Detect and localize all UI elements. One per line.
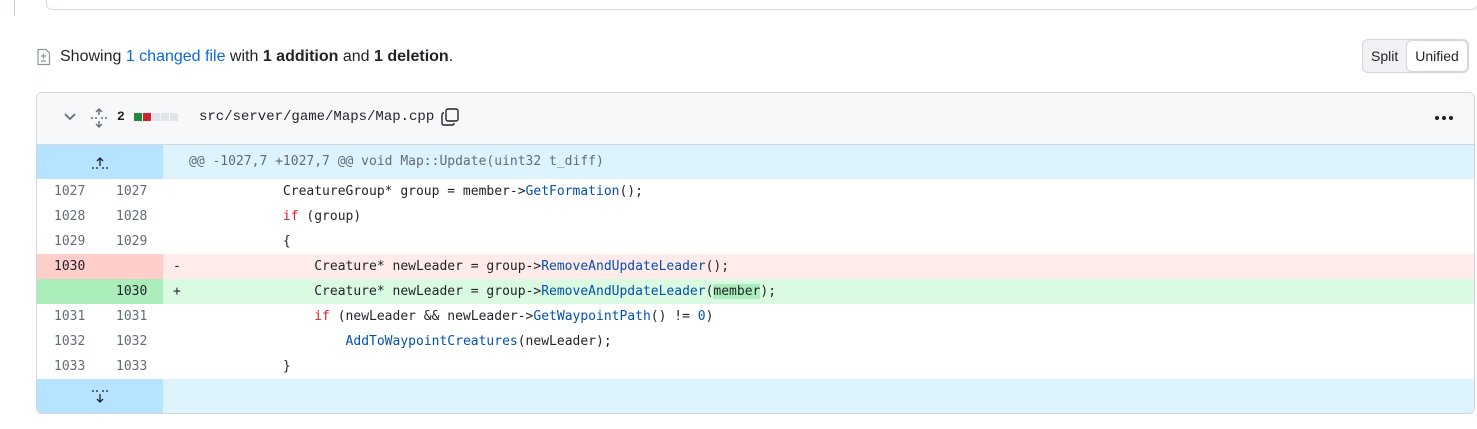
expand-up-button[interactable] bbox=[37, 145, 163, 179]
old-line-number[interactable]: 1027 bbox=[37, 179, 100, 204]
context-line: 1027 1027 CreatureGroup* group = member->… bbox=[37, 179, 1474, 204]
timeline-line bbox=[14, 0, 15, 16]
fold-up-icon bbox=[92, 157, 108, 169]
new-line-number[interactable]: 1031 bbox=[100, 304, 163, 329]
summary-showing: Showing bbox=[60, 48, 122, 65]
old-line-number[interactable]: 1033 bbox=[37, 354, 100, 379]
new-line-number[interactable]: 1030 bbox=[100, 279, 163, 304]
new-line-number[interactable]: 1029 bbox=[100, 229, 163, 254]
line-code: + Creature* newLeader = group->RemoveAnd… bbox=[173, 284, 777, 299]
line-code: { bbox=[189, 234, 291, 249]
context-line: 1032 1032 AddToWaypointCreatures(newLeade… bbox=[37, 329, 1474, 354]
new-line-number[interactable]: 1027 bbox=[100, 179, 163, 204]
file-change-count: 2 bbox=[117, 109, 125, 124]
diff-summary: Showing 1 changed file with 1 addition a… bbox=[36, 45, 453, 69]
diffstat-block-del bbox=[143, 113, 151, 121]
hunk-header: @@ -1027,7 +1027,7 @@ void Map::Update(u… bbox=[189, 154, 604, 169]
diff-view-toggle: Split Unified bbox=[1362, 39, 1469, 73]
line-code: } bbox=[189, 359, 291, 374]
diffstat-block-neutral bbox=[161, 113, 169, 121]
line-code: if (group) bbox=[282, 209, 362, 224]
changed-files-link[interactable]: 1 changed file bbox=[126, 48, 226, 66]
new-line-number[interactable]: 1028 bbox=[100, 204, 163, 229]
context-line: 1029 1029 { bbox=[37, 229, 1474, 254]
context-line: 1028 1028 if (group) bbox=[37, 204, 1474, 229]
old-line-number[interactable]: 1032 bbox=[37, 329, 100, 354]
new-line-number[interactable]: 1032 bbox=[100, 329, 163, 354]
line-code: if (newLeader && newLeader->GetWaypointP… bbox=[314, 309, 714, 324]
deletions-count: 1 deletion bbox=[374, 48, 449, 65]
additions-count: 1 addition bbox=[262, 48, 339, 65]
line-code: - Creature* newLeader = group->RemoveAnd… bbox=[173, 259, 730, 274]
line-code: CreatureGroup* group = member->GetFormat… bbox=[189, 184, 643, 199]
hunk-footer-row bbox=[37, 379, 1474, 413]
diffstat bbox=[134, 113, 178, 121]
file-diff-icon bbox=[37, 48, 51, 66]
chevron-down-icon[interactable] bbox=[63, 112, 77, 122]
file-header: 2 src/server/game/Maps/Map.cpp bbox=[37, 93, 1474, 145]
split-view-button[interactable]: Split bbox=[1363, 40, 1406, 72]
copy-icon[interactable] bbox=[440, 107, 460, 127]
old-line-number[interactable]: 1031 bbox=[37, 304, 100, 329]
context-line: 1031 1031 if (newLeader && newLeader->Get… bbox=[37, 304, 1474, 329]
diffstat-block-neutral bbox=[152, 113, 160, 121]
unfold-icon[interactable] bbox=[90, 108, 108, 128]
diff-lines: 1027 1027 CreatureGroup* group = member->… bbox=[37, 179, 1474, 379]
kebab-horizontal-icon[interactable] bbox=[1434, 115, 1454, 121]
old-line-number[interactable]: 1030 bbox=[37, 254, 100, 279]
new-line-number[interactable] bbox=[100, 254, 163, 279]
file-path[interactable]: src/server/game/Maps/Map.cpp bbox=[199, 109, 434, 125]
old-line-number[interactable]: 1029 bbox=[37, 229, 100, 254]
new-line-number[interactable]: 1033 bbox=[100, 354, 163, 379]
hunk-header-row: @@ -1027,7 +1027,7 @@ void Map::Update(u… bbox=[37, 145, 1474, 179]
previous-panel bbox=[46, 0, 1477, 10]
diffstat-block-neutral bbox=[170, 113, 178, 121]
summary-period: . bbox=[448, 48, 454, 65]
added-line: 1030 + Creature* newLeader = group->Remov… bbox=[37, 279, 1474, 304]
fold-down-icon bbox=[92, 389, 108, 403]
unified-view-button[interactable]: Unified bbox=[1406, 40, 1468, 72]
expand-down-button[interactable] bbox=[37, 379, 163, 413]
line-code: AddToWaypointCreatures(newLeader); bbox=[345, 334, 612, 349]
context-line: 1033 1033 } bbox=[37, 354, 1474, 379]
diffstat-block-add bbox=[134, 113, 142, 121]
summary-and: and bbox=[342, 48, 370, 65]
old-line-number[interactable] bbox=[37, 279, 100, 304]
file-diff: 2 src/server/game/Maps/Map.cpp @@ -1027,… bbox=[36, 92, 1475, 414]
deleted-line: 1030 - Creature* newLeader = group->Remov… bbox=[37, 254, 1474, 279]
old-line-number[interactable]: 1028 bbox=[37, 204, 100, 229]
summary-with: with bbox=[229, 48, 259, 65]
